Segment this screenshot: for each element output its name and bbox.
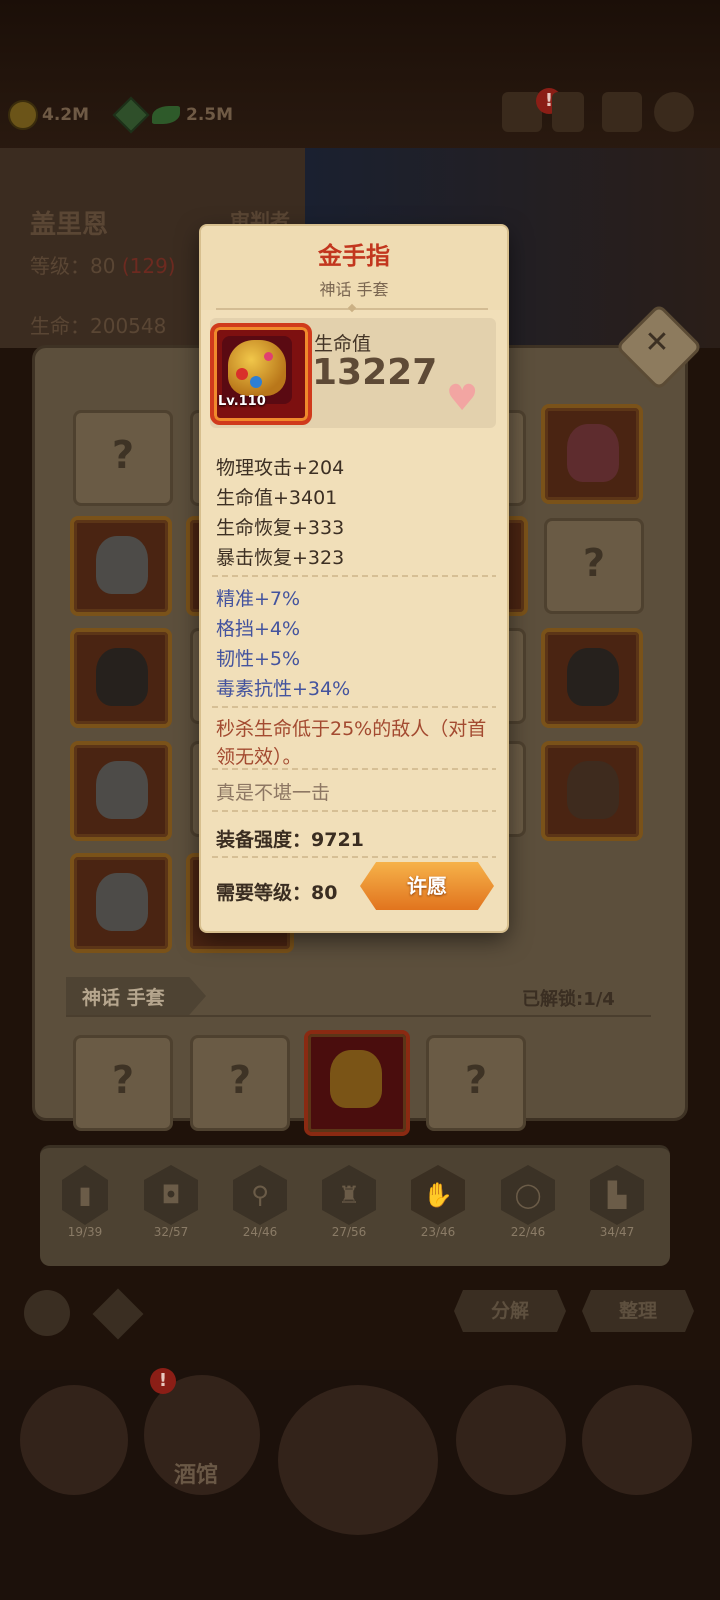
hero-avatar-icon[interactable] bbox=[24, 1290, 70, 1336]
base-stat: 暴击恢复+323 bbox=[216, 547, 345, 569]
stat-divider bbox=[212, 575, 496, 577]
flavor-divider bbox=[212, 810, 496, 812]
glove-icon: ✋ bbox=[411, 1165, 465, 1225]
hero-hp: 生命：200548 bbox=[30, 314, 167, 338]
base-stat: 生命值+3401 bbox=[216, 487, 338, 509]
tab-book[interactable]: ▮ 19/39 bbox=[62, 1165, 108, 1239]
locked-slot[interactable]: ? bbox=[73, 1035, 173, 1131]
book-icon: ▮ bbox=[62, 1165, 108, 1225]
category-label: 神话 手套 bbox=[82, 987, 165, 1009]
power-divider bbox=[212, 856, 496, 858]
tavern-alert-badge: ! bbox=[150, 1368, 176, 1394]
glove-item-claw[interactable] bbox=[70, 853, 172, 953]
glove-item-brown[interactable] bbox=[541, 741, 643, 841]
leaf-amount: 2.5M bbox=[186, 105, 234, 125]
shirt-icon: ♜ bbox=[322, 1165, 376, 1225]
top-bar bbox=[0, 0, 720, 160]
base-stat: 生命恢复+333 bbox=[216, 517, 345, 539]
glove-item-dark[interactable] bbox=[70, 628, 172, 728]
tab-ring[interactable]: ◯ 22/46 bbox=[501, 1165, 563, 1239]
locked-slot[interactable]: ? bbox=[544, 518, 644, 614]
ring-icon: ◯ bbox=[501, 1165, 555, 1225]
golden-finger-item[interactable] bbox=[304, 1030, 410, 1136]
pink-gem bbox=[264, 352, 273, 361]
sort-button[interactable]: 整理 bbox=[582, 1290, 694, 1332]
locked-slot[interactable]: ? bbox=[190, 1035, 290, 1131]
tab-boot[interactable]: ▙ 34/47 bbox=[590, 1165, 652, 1239]
main-stat-value: 13227 bbox=[312, 352, 438, 393]
locked-slot[interactable]: ? bbox=[426, 1035, 526, 1131]
gear-icon[interactable] bbox=[654, 92, 694, 132]
mirror-icon: ⚲ bbox=[233, 1165, 287, 1225]
item-level-badge: Lv.110 bbox=[218, 394, 266, 409]
bonus-stat: 精准+7% bbox=[216, 588, 301, 610]
category-divider bbox=[66, 1015, 651, 1017]
leaf-resource[interactable]: 2.5M bbox=[112, 96, 234, 134]
mail-icon[interactable] bbox=[602, 92, 642, 132]
red-gem bbox=[236, 368, 248, 380]
special-effect: 秒杀生命低于25%的敌人（对首领无效）。 bbox=[216, 718, 487, 768]
hero-name: 盖里恩 bbox=[30, 210, 109, 240]
item-type: 神话 手套 bbox=[319, 280, 389, 299]
effect-divider bbox=[212, 768, 496, 770]
wish-button[interactable]: 许愿 bbox=[360, 862, 494, 910]
stat-divider bbox=[212, 706, 496, 708]
unlocked-count: 已解锁:1/4 bbox=[522, 989, 615, 1010]
tab-shirt[interactable]: ♜ 27/56 bbox=[322, 1165, 384, 1239]
nav-portal[interactable] bbox=[278, 1385, 438, 1535]
gold-coin-icon bbox=[8, 100, 38, 130]
blue-gem bbox=[250, 376, 262, 388]
bonus-stat: 毒素抗性+34% bbox=[216, 678, 351, 700]
hero-level: 等级：80 (129) bbox=[30, 254, 176, 278]
glove-item-grey[interactable] bbox=[70, 516, 172, 616]
decompose-button[interactable]: 分解 bbox=[454, 1290, 566, 1332]
nav-pumpkin[interactable] bbox=[456, 1385, 566, 1495]
tavern-label: 酒馆 bbox=[174, 1463, 219, 1488]
base-stat: 物理攻击+204 bbox=[216, 457, 345, 479]
chat-icon[interactable] bbox=[552, 92, 584, 132]
filter-icon[interactable] bbox=[92, 1288, 144, 1340]
required-level: 需要等级：80 bbox=[216, 882, 338, 904]
nav-home[interactable] bbox=[20, 1385, 128, 1495]
gold-amount: 4.2M bbox=[42, 105, 90, 125]
tab-armor[interactable]: ◘ 32/57 bbox=[144, 1165, 206, 1239]
gold-resource[interactable]: 4.2M bbox=[8, 98, 89, 132]
leaf-icon bbox=[152, 106, 180, 124]
bonus-stat: 韧性+5% bbox=[216, 648, 301, 670]
tab-glove[interactable]: ✋ 23/46 bbox=[411, 1165, 473, 1239]
heart-icon: ♥ bbox=[446, 378, 479, 419]
armor-icon: ◘ bbox=[144, 1165, 198, 1225]
glove-item-plate[interactable] bbox=[70, 741, 172, 841]
item-name: 金手指 bbox=[318, 242, 390, 270]
add-gem-icon[interactable] bbox=[112, 96, 150, 134]
glove-item-pink[interactable] bbox=[541, 404, 643, 504]
bonus-stat: 格挡+4% bbox=[216, 618, 301, 640]
equipment-power: 装备强度：9721 bbox=[216, 829, 364, 851]
boot-icon: ▙ bbox=[590, 1165, 644, 1225]
glove-item-black[interactable] bbox=[541, 628, 643, 728]
flavor-text: 真是不堪一击 bbox=[216, 782, 331, 804]
locked-slot[interactable]: ? bbox=[73, 410, 173, 506]
tab-mirror[interactable]: ⚲ 24/46 bbox=[233, 1165, 295, 1239]
nav-workshop[interactable] bbox=[582, 1385, 692, 1495]
close-icon: ✕ bbox=[644, 325, 670, 360]
